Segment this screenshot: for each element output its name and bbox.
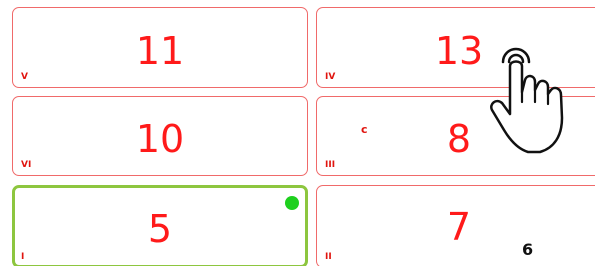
- tile-11[interactable]: 11 V: [12, 7, 308, 88]
- tile-number: 7: [446, 205, 472, 249]
- tile-roman-label: V: [21, 72, 28, 82]
- tile-roman-label: III: [325, 160, 336, 170]
- tile-roman-label: VI: [21, 160, 32, 170]
- tile-number: 10: [135, 117, 185, 161]
- tile-number: 5: [147, 207, 173, 251]
- tile-7[interactable]: 7 6 II: [316, 185, 595, 266]
- tile-number: 11: [135, 29, 185, 73]
- tile-10[interactable]: 10 VI: [12, 96, 308, 176]
- tile-count-label: 6: [522, 240, 534, 259]
- tile-letter-label: c: [361, 123, 368, 136]
- status-dot-indicator: [285, 196, 299, 210]
- tile-5-selected[interactable]: 5 I: [12, 185, 308, 266]
- tile-roman-label: I: [21, 252, 25, 262]
- number-tile-grid: 11 V 13 IV 10 VI 8 c III 5 I 7 6 II: [0, 0, 595, 266]
- tile-roman-label: II: [325, 252, 332, 262]
- tile-roman-label: IV: [325, 72, 336, 82]
- hand-pointer-icon: [490, 47, 564, 154]
